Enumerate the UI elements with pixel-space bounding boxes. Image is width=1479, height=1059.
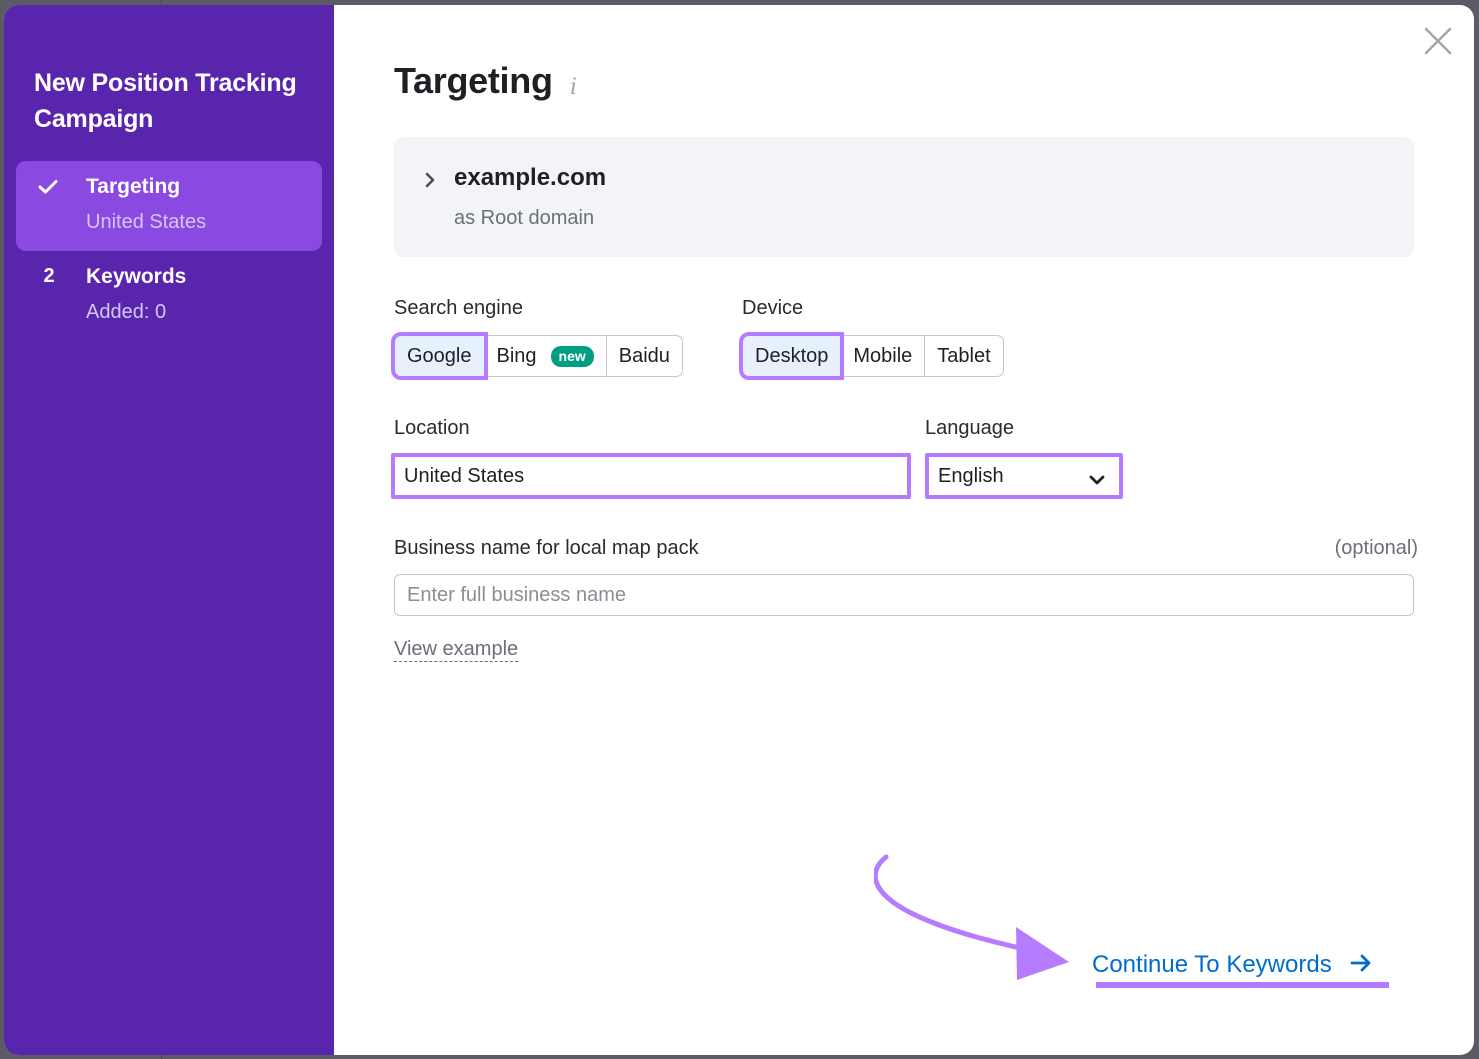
search-engine-bing[interactable]: Bing new <box>483 336 606 376</box>
option-label: Mobile <box>853 344 913 367</box>
domain-type: as Root domain <box>454 207 595 229</box>
backdrop-divider <box>161 1055 162 1059</box>
step-subtitle: United States <box>86 211 207 233</box>
language-select[interactable]: English <box>925 453 1123 499</box>
annotation-underline <box>1096 982 1389 988</box>
search-engine-label: Search engine <box>394 297 523 319</box>
wizard-sidebar: New Position Tracking Campaign Targeting… <box>4 5 334 1055</box>
option-label: Bing <box>496 344 537 367</box>
device-tablet[interactable]: Tablet <box>924 336 1002 376</box>
device-desktop[interactable]: Desktop <box>738 332 845 380</box>
language-label: Language <box>925 417 1014 439</box>
sidebar-title: New Position Tracking Campaign <box>34 69 297 133</box>
close-icon <box>1424 27 1452 55</box>
chevron-right-icon[interactable] <box>424 171 436 194</box>
check-icon <box>38 175 60 195</box>
location-input[interactable]: United States <box>391 453 911 499</box>
step-label: Keywords <box>86 265 187 288</box>
domain-summary[interactable]: example.com as Root domain <box>394 137 1414 257</box>
business-name-label: Business name for local map pack <box>394 537 699 559</box>
targeting-panel: Targeting i example.com as Root domain S… <box>334 5 1474 1055</box>
new-campaign-modal: New Position Tracking Campaign Targeting… <box>4 5 1474 1055</box>
step-keywords[interactable]: 2 Keywords Added: 0 <box>16 251 322 341</box>
option-label: Google <box>407 344 472 367</box>
business-name-placeholder: Enter full business name <box>407 583 627 606</box>
search-engine-selector: Google Bing new Baidu <box>391 332 683 380</box>
search-engine-baidu[interactable]: Baidu <box>605 336 682 376</box>
option-label: Baidu <box>618 344 670 367</box>
business-name-input[interactable]: Enter full business name <box>394 574 1414 616</box>
close-button[interactable] <box>1422 25 1454 57</box>
new-badge: new <box>550 345 594 367</box>
location-label: Location <box>394 417 470 439</box>
language-value: English <box>938 464 1004 487</box>
continue-to-keywords-link[interactable]: Continue To Keywords <box>1092 951 1372 979</box>
domain-name: example.com <box>454 164 607 191</box>
step-label: Targeting <box>86 175 181 198</box>
device-label: Device <box>742 297 804 319</box>
continue-label: Continue To Keywords <box>1092 951 1332 978</box>
location-value: United States <box>404 464 525 487</box>
step-targeting[interactable]: Targeting United States <box>16 161 322 251</box>
device-selector: Desktop Mobile Tablet <box>738 332 1004 380</box>
page-title: Targeting <box>394 60 553 101</box>
optional-hint: (optional) <box>1334 537 1418 559</box>
step-subtitle: Added: 0 <box>86 301 167 323</box>
info-icon[interactable]: i <box>570 75 577 100</box>
view-example-link[interactable]: View example <box>394 637 519 662</box>
arrow-right-icon <box>1350 951 1372 979</box>
annotation-arrow-icon <box>874 854 1069 980</box>
option-label: Desktop <box>755 344 829 367</box>
device-mobile[interactable]: Mobile <box>840 336 924 376</box>
search-engine-google[interactable]: Google <box>391 332 488 380</box>
option-label: Tablet <box>937 344 991 367</box>
step-number: 2 <box>43 265 55 287</box>
chevron-down-icon <box>1089 469 1105 492</box>
